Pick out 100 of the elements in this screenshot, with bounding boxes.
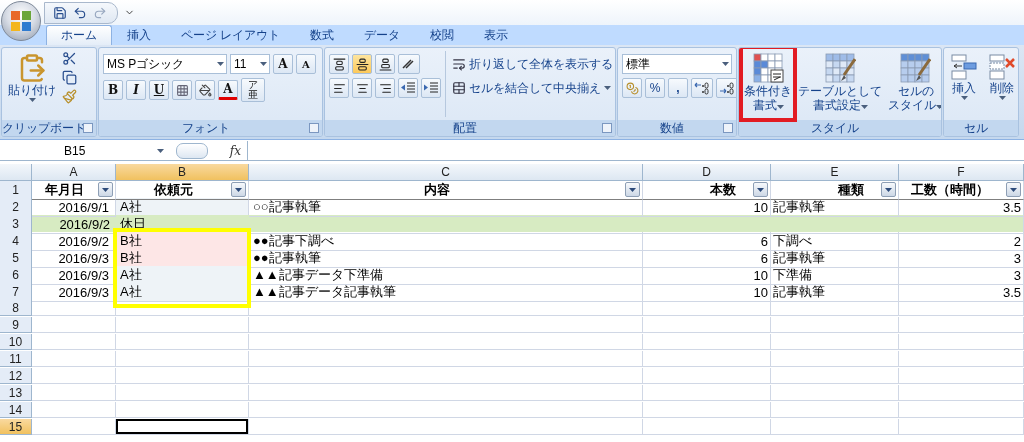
table-cell: 記事執筆 (771, 283, 899, 302)
format-as-table-button[interactable]: テーブルとして 書式設定 (796, 51, 884, 117)
row-header[interactable]: 9 (0, 317, 32, 333)
filter-button[interactable] (625, 182, 640, 197)
ribbon-tab[interactable]: 数式 (295, 25, 350, 45)
wrap-text-button[interactable]: 折り返して全体を表示する (452, 54, 613, 74)
dialog-launcher-icon[interactable] (723, 123, 733, 133)
insert-cells-icon (950, 53, 978, 81)
insert-button[interactable]: 挿入 (948, 51, 980, 117)
align-center-button[interactable] (352, 78, 372, 98)
row-header[interactable]: 11 (0, 351, 32, 367)
table-cell: ▲▲記事データ記事執筆 (249, 283, 643, 302)
middle-align-icon (355, 57, 369, 71)
coins-icon (625, 81, 639, 95)
table-cell: 3 (899, 266, 1024, 285)
dialog-launcher-icon[interactable] (83, 123, 93, 133)
filter-button[interactable] (98, 182, 113, 197)
column-header[interactable]: D (643, 164, 771, 181)
number-format-field[interactable]: 標準 (622, 54, 732, 74)
filter-button[interactable] (1006, 182, 1021, 197)
ribbon-tab[interactable]: 挿入 (112, 25, 166, 45)
resize-handle[interactable] (176, 142, 208, 159)
undo-icon[interactable] (73, 5, 87, 20)
caret-icon (936, 105, 941, 109)
table-cell: 3 (899, 249, 1024, 268)
dialog-launcher-icon[interactable] (602, 123, 612, 133)
column-heading: 本数 (710, 181, 736, 199)
shrink-font-button[interactable]: A (296, 54, 316, 74)
align-left-button[interactable] (329, 78, 349, 98)
phonetic-button[interactable]: ア 亜 (241, 78, 265, 102)
column-header[interactable]: B (116, 164, 249, 181)
caret-icon (1010, 187, 1017, 192)
table-cell: 2016/9/3 (32, 283, 116, 302)
caret-icon (260, 62, 267, 66)
ribbon-tab[interactable]: 表示 (469, 25, 524, 45)
decrease-decimal-button[interactable] (716, 78, 736, 98)
fill-color-button[interactable] (195, 80, 215, 100)
ribbon-tab[interactable]: 校閲 (415, 25, 470, 45)
font-name-field[interactable]: MS Pゴシック (103, 54, 227, 74)
paste-button[interactable]: 貼り付け (6, 51, 58, 117)
column-header[interactable]: C (249, 164, 643, 181)
row-header[interactable]: 13 (0, 385, 32, 401)
table-cell: 下調べ (771, 232, 899, 251)
delete-button[interactable]: 削除 (986, 51, 1018, 117)
cut-icon[interactable] (62, 51, 77, 66)
percent-button[interactable]: % (645, 78, 665, 98)
column-header[interactable]: F (899, 164, 1024, 181)
row-header[interactable]: 12 (0, 368, 32, 384)
filter-button[interactable] (231, 182, 246, 197)
caret-icon (235, 187, 242, 192)
table-cell: 2016/9/3 (32, 266, 116, 285)
selected-cell[interactable] (116, 419, 249, 435)
column-header[interactable]: A (32, 164, 116, 181)
currency-button[interactable] (622, 78, 642, 98)
table-cell: 2016/9/2 (32, 232, 116, 251)
table-cell: 記事執筆 (771, 249, 899, 268)
increase-indent-icon (424, 82, 438, 94)
row-header[interactable]: 10 (0, 334, 32, 350)
bold-button[interactable]: B (103, 80, 123, 100)
row-header[interactable]: 15 (0, 419, 32, 435)
orientation-button[interactable] (398, 54, 420, 74)
row-header[interactable]: 14 (0, 402, 32, 418)
insert-function-button[interactable]: fx (229, 143, 241, 158)
table-cell: 10 (643, 266, 771, 285)
grow-font-button[interactable]: A (273, 54, 293, 74)
filter-button[interactable] (753, 182, 768, 197)
middle-align-button[interactable] (352, 54, 372, 74)
merge-cells-icon (452, 81, 466, 95)
name-box[interactable]: B15 (0, 141, 170, 160)
dialog-launcher-icon[interactable] (309, 123, 319, 133)
filter-button[interactable] (881, 182, 896, 197)
save-icon[interactable] (53, 5, 67, 20)
caret-icon (860, 105, 868, 109)
borders-button[interactable] (172, 80, 192, 100)
borders-icon (175, 83, 189, 97)
table-cell: 下準備 (771, 266, 899, 285)
column-heading: 種類 (838, 181, 864, 199)
ribbon-tab[interactable]: データ (349, 25, 416, 45)
copy-icon[interactable] (62, 70, 77, 85)
row-header[interactable]: 8 (0, 300, 32, 316)
column-header[interactable]: E (771, 164, 899, 181)
decrease-indent-icon (401, 82, 415, 94)
underline-button[interactable]: U (149, 80, 169, 100)
comma-button[interactable]: , (668, 78, 688, 98)
increase-decimal-icon (694, 81, 710, 95)
decrease-indent-button[interactable] (398, 78, 418, 98)
font-size-field[interactable]: 11 (230, 54, 270, 74)
ribbon-tab[interactable]: ページ レイアウト (166, 25, 296, 45)
table-cell: A社 (116, 283, 249, 302)
align-right-button[interactable] (375, 78, 395, 98)
merge-center-button[interactable]: セルを結合して中央揃え (452, 78, 613, 98)
italic-button[interactable]: I (126, 80, 146, 100)
increase-decimal-button[interactable] (691, 78, 713, 98)
font-color-button[interactable]: A (218, 80, 238, 100)
bottom-align-button[interactable] (375, 54, 395, 74)
increase-indent-button[interactable] (421, 78, 441, 98)
ribbon-tab[interactable]: ホーム (46, 25, 112, 45)
top-align-button[interactable] (329, 54, 349, 74)
conditional-format-icon (752, 53, 784, 84)
cell-styles-button[interactable]: セルの スタイル (886, 51, 941, 117)
